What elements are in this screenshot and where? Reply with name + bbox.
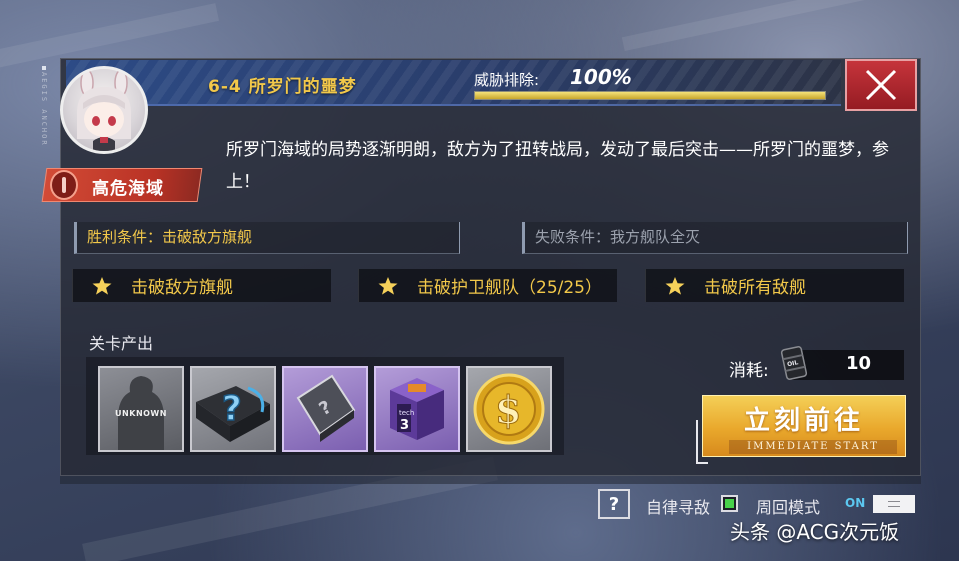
reward-mystery-box[interactable]: ? — [190, 366, 276, 452]
auto-search-label: 自律寻敌 — [646, 498, 711, 517]
mystery-blueprint-icon: ? — [296, 374, 356, 442]
chibi-character-avatar — [60, 66, 148, 154]
cycle-mode-toggle[interactable] — [873, 495, 915, 513]
immediate-start-button[interactable]: 立刻前往 IMMEDIATE START — [702, 395, 906, 457]
threat-progress-bar — [474, 91, 826, 100]
star-icon — [359, 276, 417, 296]
help-icon[interactable]: ? — [598, 489, 630, 519]
star-icon — [646, 276, 704, 296]
stage-title: 6-4 所罗门的噩梦 — [208, 77, 357, 97]
svg-text:tech: tech — [399, 409, 414, 417]
side-label: AEGIS ANCHOR — [40, 72, 48, 147]
victory-condition: 胜利条件：击破敌方旗舰 — [74, 222, 460, 254]
close-icon — [865, 69, 897, 101]
unknown-label: UNKNOWN — [115, 409, 167, 418]
gold-coin-icon: $ — [473, 373, 545, 445]
threat-value: 100% — [570, 65, 632, 89]
oil-barrel-icon: OIL — [780, 344, 808, 386]
panel-footer — [60, 476, 921, 484]
alert-icon — [50, 170, 78, 200]
svg-text:$: $ — [495, 387, 521, 432]
watermark: 头条 @ACG次元饭 — [730, 520, 900, 544]
objective-label: 击破护卫舰队（25/25） — [417, 278, 602, 298]
defeat-condition: 失败条件：我方舰队全灭 — [522, 222, 908, 254]
stage-description: 所罗门海域的局势逐渐明朗，敌方为了扭转战局，发动了最后突击——所罗门的噩梦，参上… — [226, 140, 889, 192]
objective-label: 击破所有敌舰 — [704, 278, 806, 298]
objective-item: 击破所有敌舰 — [645, 269, 904, 302]
reward-gold-coin[interactable]: $ — [466, 366, 552, 452]
danger-zone-label: 高危海域 — [92, 179, 164, 199]
reward-unknown-ship[interactable]: UNKNOWN — [98, 366, 184, 452]
start-button-label: 立刻前往 — [743, 406, 864, 436]
objective-label: 击破敌方旗舰 — [131, 278, 233, 298]
reward-mystery-blueprint[interactable]: ? — [282, 366, 368, 452]
side-marker — [42, 66, 46, 70]
mystery-box-icon: ? — [196, 386, 270, 442]
cycle-mode-state: ON — [845, 496, 866, 510]
start-button-sublabel: IMMEDIATE START — [729, 440, 897, 454]
svg-text:3: 3 — [400, 418, 409, 433]
cost-label: 消耗: — [729, 361, 769, 381]
threat-label: 威胁排除: — [474, 71, 540, 89]
reward-tech-box[interactable]: tech 3 — [374, 366, 460, 452]
objective-item: 击破护卫舰队（25/25） — [358, 269, 617, 302]
svg-text:?: ? — [222, 389, 242, 429]
rewards-title: 关卡产出 — [89, 334, 154, 353]
star-icon — [73, 276, 131, 296]
close-button[interactable] — [845, 59, 917, 111]
checkbox-checked-mark — [725, 499, 734, 508]
character-portrait-icon — [77, 69, 131, 151]
cost-value: 10 — [846, 353, 872, 374]
auto-search-checkbox[interactable] — [721, 495, 738, 512]
threat-progress-fill — [475, 92, 825, 99]
toggle-handle-icon — [888, 501, 900, 507]
cycle-mode-label: 周回模式 — [756, 498, 821, 517]
background-streak — [621, 0, 919, 52]
tech-box-icon: tech 3 — [390, 378, 444, 440]
objective-item: 击破敌方旗舰 — [72, 269, 331, 302]
